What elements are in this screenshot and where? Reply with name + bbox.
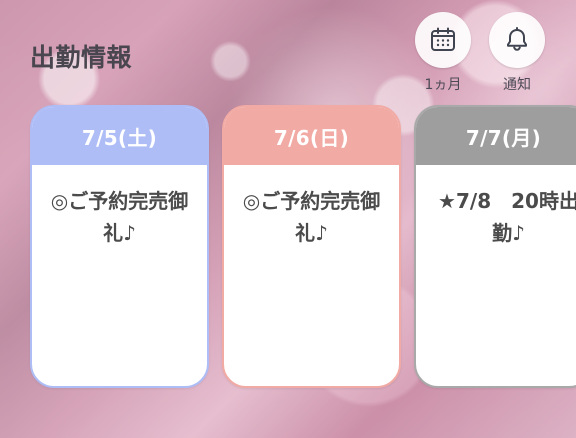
bell-icon xyxy=(489,12,545,68)
calendar-label: 1ヵ月 xyxy=(424,77,462,93)
card-message: ◎ご予約完売御礼♪ xyxy=(50,189,189,245)
notification-label: 通知 xyxy=(503,77,531,93)
card-date: 7/5(土) xyxy=(32,107,207,165)
notification-button[interactable]: 通知 xyxy=(489,12,545,96)
calendar-icon xyxy=(415,12,471,68)
card-message: ◎ご予約完売御礼♪ xyxy=(242,189,381,245)
calendar-button[interactable]: 1ヵ月 xyxy=(415,12,471,96)
card-message-line: 勤♪ xyxy=(492,221,525,245)
card-message: ★7/8 20時出 勤♪ xyxy=(416,165,576,249)
page-title: 出勤情報 xyxy=(30,43,133,72)
schedule-card[interactable]: 7/7(月) ★7/8 20時出 勤♪ xyxy=(414,105,576,388)
schedule-card[interactable]: 7/5(土) ◎ご予約完売御礼♪ xyxy=(30,105,209,388)
card-message-line: ★7/8 20時出 xyxy=(438,189,576,213)
card-date: 7/6(日) xyxy=(224,107,399,165)
schedule-card[interactable]: 7/6(日) ◎ご予約完売御礼♪ xyxy=(222,105,401,388)
card-date: 7/7(月) xyxy=(416,107,576,165)
